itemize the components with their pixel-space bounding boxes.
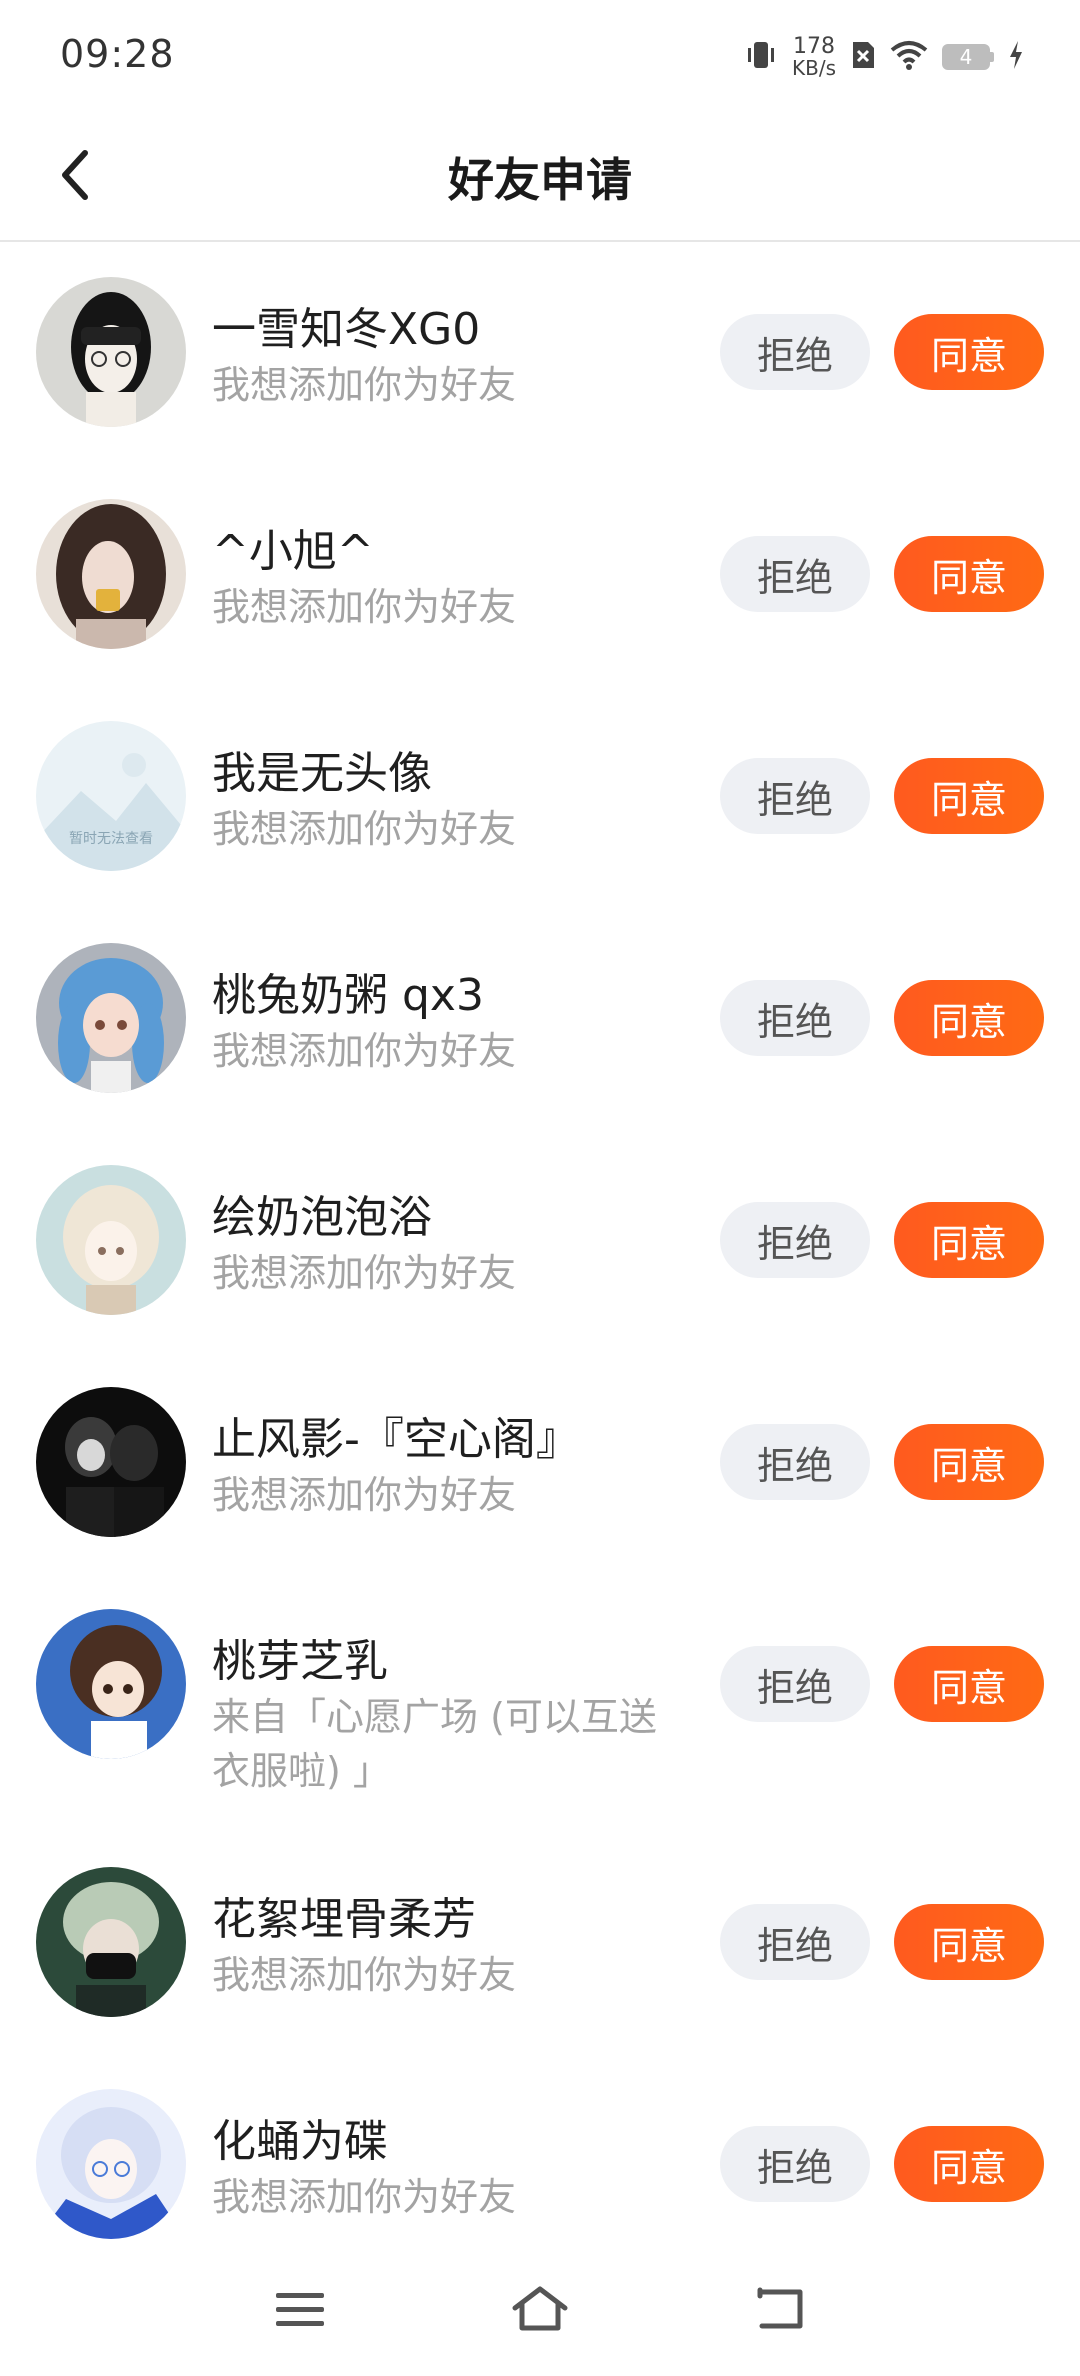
- accept-button[interactable]: 同意: [894, 536, 1044, 612]
- request-info: 化蛹为碟 我想添加你为好友: [212, 2114, 692, 2224]
- page-title: 好友申请: [448, 153, 632, 207]
- network-speed: 178 KB/s: [792, 34, 836, 80]
- list-item: 化蛹为碟 我想添加你为好友 拒绝 同意: [0, 2054, 1080, 2254]
- requester-name: 桃兔奶粥 qx3: [212, 970, 484, 1021]
- net-speed-unit: KB/s: [792, 56, 836, 80]
- avatar[interactable]: [36, 2089, 186, 2239]
- reject-button[interactable]: 拒绝: [720, 536, 870, 612]
- reject-button[interactable]: 拒绝: [720, 1424, 870, 1500]
- request-info: 绘奶泡泡浴 我想添加你为好友: [212, 1190, 692, 1300]
- list-item: 绘奶泡泡浴 我想添加你为好友 拒绝 同意: [0, 1130, 1080, 1350]
- request-info: 花絮埋骨柔芳 我想添加你为好友: [212, 1892, 692, 2002]
- reject-button[interactable]: 拒绝: [720, 1646, 870, 1722]
- accept-button[interactable]: 同意: [894, 980, 1044, 1056]
- reject-button[interactable]: 拒绝: [720, 980, 870, 1056]
- requester-name: 桃芽芝乳: [212, 1636, 388, 1687]
- accept-button[interactable]: 同意: [894, 758, 1044, 834]
- list-item: 一雪知冬XG0 我想添加你为好友 拒绝 同意: [0, 242, 1080, 462]
- request-message: 我想添加你为好友: [212, 585, 517, 629]
- net-speed-value: 178: [793, 34, 835, 59]
- vibrate-icon: [744, 38, 778, 76]
- menu-button[interactable]: [260, 2274, 340, 2344]
- reject-button[interactable]: 拒绝: [720, 2126, 870, 2202]
- request-message: 我想添加你为好友: [212, 1473, 517, 1517]
- list-item: 桃兔奶粥 qx3 我想添加你为好友 拒绝 同意: [0, 908, 1080, 1128]
- request-info: 我是无头像 我想添加你为好友: [212, 746, 692, 856]
- requester-name: 化蛹为碟: [212, 2116, 388, 2167]
- request-message: 我想添加你为好友: [212, 1251, 517, 1295]
- request-info: 桃兔奶粥 qx3 我想添加你为好友: [212, 968, 692, 1078]
- wifi-icon: [890, 40, 928, 74]
- back-icon: [757, 2287, 803, 2329]
- list-item: 桃芽芝乳 来自「心愿广场 (可以互送衣服啦) 」 拒绝 同意: [0, 1574, 1080, 1832]
- list-item: 暂时无法查看 我是无头像 我想添加你为好友 拒绝 同意: [0, 686, 1080, 906]
- home-icon: [512, 2286, 568, 2331]
- system-back-button[interactable]: [740, 2274, 820, 2344]
- status-icons: 178 KB/s 4: [744, 34, 1024, 80]
- accept-button[interactable]: 同意: [894, 2126, 1044, 2202]
- requester-name: 一雪知冬XG0: [212, 304, 481, 355]
- accept-button[interactable]: 同意: [894, 1424, 1044, 1500]
- avatar[interactable]: [36, 277, 186, 427]
- avatar[interactable]: [36, 943, 186, 1093]
- battery-level: 4: [942, 44, 990, 70]
- header: 好友申请: [0, 110, 1080, 242]
- reject-button[interactable]: 拒绝: [720, 314, 870, 390]
- requester-name: 花絮埋骨柔芳: [212, 1894, 476, 1945]
- avatar[interactable]: [36, 1165, 186, 1315]
- request-message: 我想添加你为好友: [212, 807, 517, 851]
- no-sim-icon: [850, 40, 876, 74]
- system-nav-bar: [0, 2250, 1080, 2376]
- requester-name: ^小旭^: [212, 526, 374, 577]
- home-button[interactable]: [500, 2274, 580, 2344]
- reject-button[interactable]: 拒绝: [720, 1904, 870, 1980]
- list-item: 花絮埋骨柔芳 我想添加你为好友 拒绝 同意: [0, 1832, 1080, 2052]
- menu-icon: [276, 2293, 324, 2326]
- status-bar: 09:28 178 KB/s 4: [0, 0, 1080, 110]
- request-info: 止风影-『空心阁』 我想添加你为好友: [212, 1412, 692, 1522]
- avatar[interactable]: [36, 1387, 186, 1537]
- status-time: 09:28: [60, 32, 175, 76]
- request-info: 桃芽芝乳 来自「心愿广场 (可以互送衣服啦) 」: [212, 1634, 692, 1798]
- request-message: 来自「心愿广场 (可以互送衣服啦) 」: [212, 1695, 657, 1793]
- reject-button[interactable]: 拒绝: [720, 1202, 870, 1278]
- accept-button[interactable]: 同意: [894, 1904, 1044, 1980]
- request-info: 一雪知冬XG0 我想添加你为好友: [212, 302, 692, 412]
- charging-icon: [1008, 40, 1024, 74]
- request-message: 我想添加你为好友: [212, 1029, 517, 1073]
- avatar[interactable]: [36, 1609, 186, 1759]
- battery-icon: 4: [942, 44, 994, 70]
- request-message: 我想添加你为好友: [212, 1953, 517, 1997]
- accept-button[interactable]: 同意: [894, 1646, 1044, 1722]
- request-message: 我想添加你为好友: [212, 363, 517, 407]
- request-info: ^小旭^ 我想添加你为好友: [212, 524, 692, 634]
- requester-name: 绘奶泡泡浴: [212, 1192, 432, 1243]
- list-item: ^小旭^ 我想添加你为好友 拒绝 同意: [0, 464, 1080, 684]
- avatar-placeholder[interactable]: 暂时无法查看: [36, 721, 186, 871]
- accept-button[interactable]: 同意: [894, 314, 1044, 390]
- requester-name: 止风影-『空心阁』: [212, 1414, 580, 1465]
- request-message: 我想添加你为好友: [212, 2175, 517, 2219]
- accept-button[interactable]: 同意: [894, 1202, 1044, 1278]
- reject-button[interactable]: 拒绝: [720, 758, 870, 834]
- requester-name: 我是无头像: [212, 748, 432, 799]
- list-item: 止风影-『空心阁』 我想添加你为好友 拒绝 同意: [0, 1352, 1080, 1572]
- avatar-placeholder-text: 暂时无法查看: [69, 831, 153, 847]
- avatar[interactable]: [36, 1867, 186, 2017]
- avatar[interactable]: [36, 499, 186, 649]
